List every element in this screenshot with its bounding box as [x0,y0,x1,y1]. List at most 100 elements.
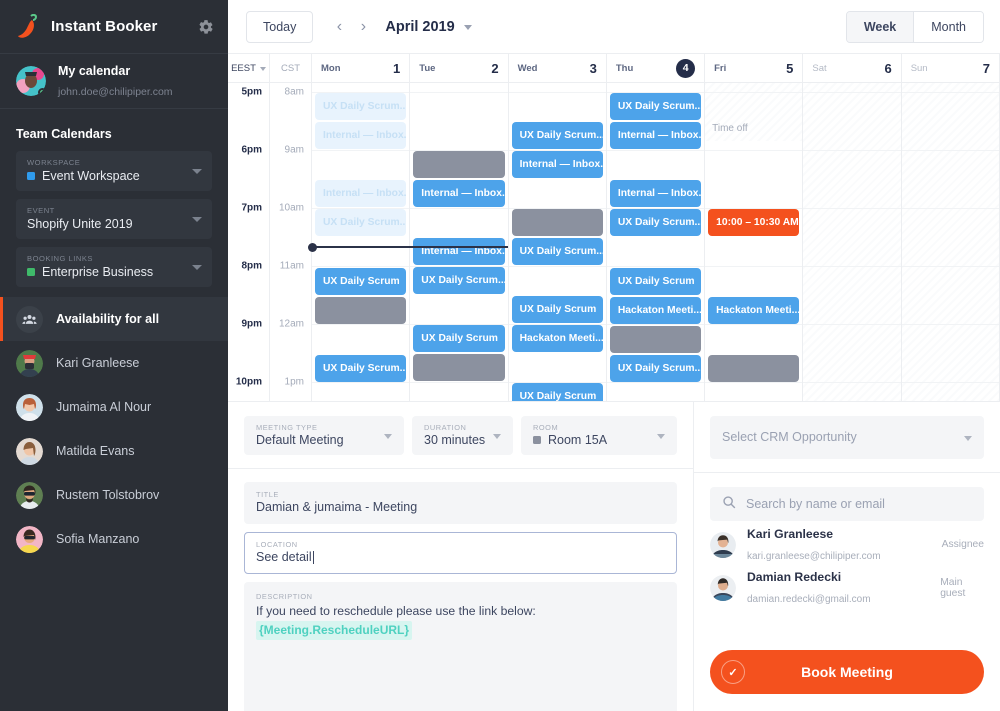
main-area: Today ‹ › April 2019 Week Month EEST CST… [228,0,1000,711]
guest-email: kari.granleese@chilipiper.com [747,550,881,562]
avatar [16,437,43,465]
avatar [16,66,46,96]
hour-gridline [901,92,999,93]
drag-time-indicator-handle[interactable] [308,242,317,252]
calendar-event[interactable]: Internal — Inbox... [511,151,603,178]
calendar-header-row: EEST CST Mon 1 Tue 2 Wed 3 Thu 4 Fri 5 S… [228,54,1000,83]
guest-role: Assignee [941,539,984,550]
blocked-slot[interactable] [413,151,505,178]
day-column-thu[interactable]: UX Daily Scrum... Internal — Inbox... Inte… [606,83,706,401]
sidebar-item-availability-for-all[interactable]: Availability for all [0,297,228,341]
duration-select[interactable]: DURATION 30 minutes [412,416,513,455]
today-button[interactable]: Today [246,10,314,43]
sidebar-item-matilda-evans[interactable]: Matilda Evans [0,429,228,473]
chevron-down-icon [192,217,202,222]
sidebar-item-jumaima-al-nour[interactable]: Jumaima Al Nour [0,385,228,429]
chevron-left-icon[interactable]: ‹ [329,15,349,39]
calendar-event[interactable]: UX Daily Scrum... [315,355,407,382]
calendar-event[interactable]: Internal — Inbox... [413,180,505,207]
day-header-wed[interactable]: Wed 3 [509,54,607,82]
hour-gridline [606,382,705,383]
tab-month[interactable]: Month [913,11,983,42]
day-header-tue[interactable]: Tue 2 [410,54,509,82]
calendar-event[interactable]: Hackaton Meeti... [708,297,800,324]
calendar-event[interactable]: Internal — Inbox... [315,122,407,149]
select-booking-links[interactable]: BOOKING LINKS Enterprise Business [16,247,212,287]
sidebar-my-calendar[interactable]: My calendar john.doe@chilipiper.com [0,54,228,109]
hour-gridline [803,92,901,93]
sidebar: Instant Booker My calendar john.doe@chil… [0,0,228,711]
meeting-type-select[interactable]: MEETING TYPE Default Meeting [244,416,404,455]
book-meeting-button[interactable]: ✓ Book Meeting [710,650,984,694]
blocked-slot[interactable] [413,354,505,381]
calendar-event[interactable]: UX Daily Scrum [511,296,603,323]
calendar-event[interactable]: Internal — Inbox... [609,180,702,207]
view-switcher: Week Month [845,10,984,43]
day-column-sat[interactable] [803,83,902,401]
day-header-fri[interactable]: Fri 5 [705,54,804,82]
blocked-slot[interactable] [609,326,702,353]
hour-gridline [312,382,410,383]
day-column-wed[interactable]: UX Daily Scrum... Internal — Inbox... UX D… [508,83,607,401]
calendar-event[interactable]: Internal — Inbox... [609,122,702,149]
calendar-event[interactable]: Internal — Inbox... [315,180,407,207]
sidebar-item-label: Rustem Tolstobrov [56,488,160,502]
blocked-slot[interactable] [708,355,800,382]
description-field[interactable]: DESCRIPTION If you need to reschedule pl… [244,582,677,711]
list-item[interactable]: Kari Granleese kari.granleese@chilipiper… [710,525,984,564]
guest-role: Main guest [940,576,966,599]
calendar-event[interactable]: UX Daily Scrum... [315,209,407,236]
day-header-mon[interactable]: Mon 1 [312,54,411,82]
calendar-event[interactable]: UX Daily Scrum [511,383,603,401]
calendar-event[interactable]: UX Daily Scrum... [413,267,505,294]
calendar-event[interactable]: UX Daily Scrum [609,268,702,295]
tab-week[interactable]: Week [846,11,914,42]
location-field[interactable]: LOCATION See detail [244,532,677,574]
sidebar-item-sofia-manzano[interactable]: Sofia Manzano [0,517,228,561]
day-column-mon[interactable]: UX Daily Scrum... Internal — Inbox... Inte… [312,83,411,401]
hour-gridline [901,208,999,209]
brand-title: Instant Booker [51,18,158,35]
calendar-event[interactable]: UX Daily Scrum... [609,355,702,382]
hour-gridline [705,266,803,267]
calendar-event[interactable]: UX Daily Scrum... [609,93,702,120]
chevron-right-icon[interactable]: › [353,15,373,39]
day-column-tue[interactable]: Internal — Inbox... Internal — Inbox... UX… [410,83,509,401]
select-workspace[interactable]: WORKSPACE Event Workspace [16,151,212,191]
blocked-slot[interactable] [511,209,603,236]
day-column-fri[interactable]: Time off 10:00 – 10:30 AM Hackaton Meeti.… [705,83,804,401]
calendar: EEST CST Mon 1 Tue 2 Wed 3 Thu 4 Fri 5 S… [228,54,1000,402]
room-select[interactable]: ROOM Room 15A [521,416,677,455]
avatar [710,531,736,558]
sidebar-item-rustem-tolstobrov[interactable]: Rustem Tolstobrov [0,473,228,517]
drag-time-indicator-line[interactable] [312,246,508,248]
day-column-sun[interactable] [901,83,1000,401]
gear-icon[interactable] [198,19,214,35]
sidebar-item-kari-granleese[interactable]: Kari Granleese [0,341,228,385]
list-item[interactable]: Damian Redecki damian.redecki@gmail.com … [710,568,984,607]
hour-gridline [705,382,803,383]
timezone-selector-eest[interactable]: EEST [228,54,270,82]
calendar-event[interactable]: Hackaton Meeti... [511,325,603,352]
calendar-event[interactable]: UX Daily Scrum [413,325,505,352]
calendar-event[interactable]: UX Daily Scrum... [609,209,702,236]
blocked-slot[interactable] [315,297,407,324]
calendar-event[interactable]: Hackaton Meeti... [609,297,702,324]
calendar-event[interactable]: UX Daily Scrum... [315,93,407,120]
day-header-thu[interactable]: Thu 4 [607,54,706,82]
calendar-event[interactable]: Internal — Inbox... [413,238,505,265]
calendar-event[interactable]: UX Daily Scrum [315,268,407,295]
selected-time-slot[interactable]: 10:00 – 10:30 AM [708,209,800,236]
calendar-event[interactable]: UX Daily Scrum... [511,238,603,265]
month-picker[interactable]: April 2019 [385,19,472,35]
calendar-event[interactable]: UX Daily Scrum... [511,122,603,149]
select-event[interactable]: EVENT Shopify Unite 2019 [16,199,212,239]
guest-search-input[interactable]: Search by name or email [710,487,984,521]
crm-opportunity-select[interactable]: Select CRM Opportunity [710,416,984,459]
title-field[interactable]: TITLE Damian & jumaima - Meeting [244,482,677,524]
location-value: See detail [256,550,312,564]
chevron-down-icon [192,169,202,174]
calendar-grid[interactable]: 5pm 6pm 7pm 8pm 9pm 10pm 8am 9am 10am 11… [228,83,1000,401]
day-header-sat[interactable]: Sat 6 [803,54,902,82]
day-header-sun[interactable]: Sun 7 [902,54,1000,82]
